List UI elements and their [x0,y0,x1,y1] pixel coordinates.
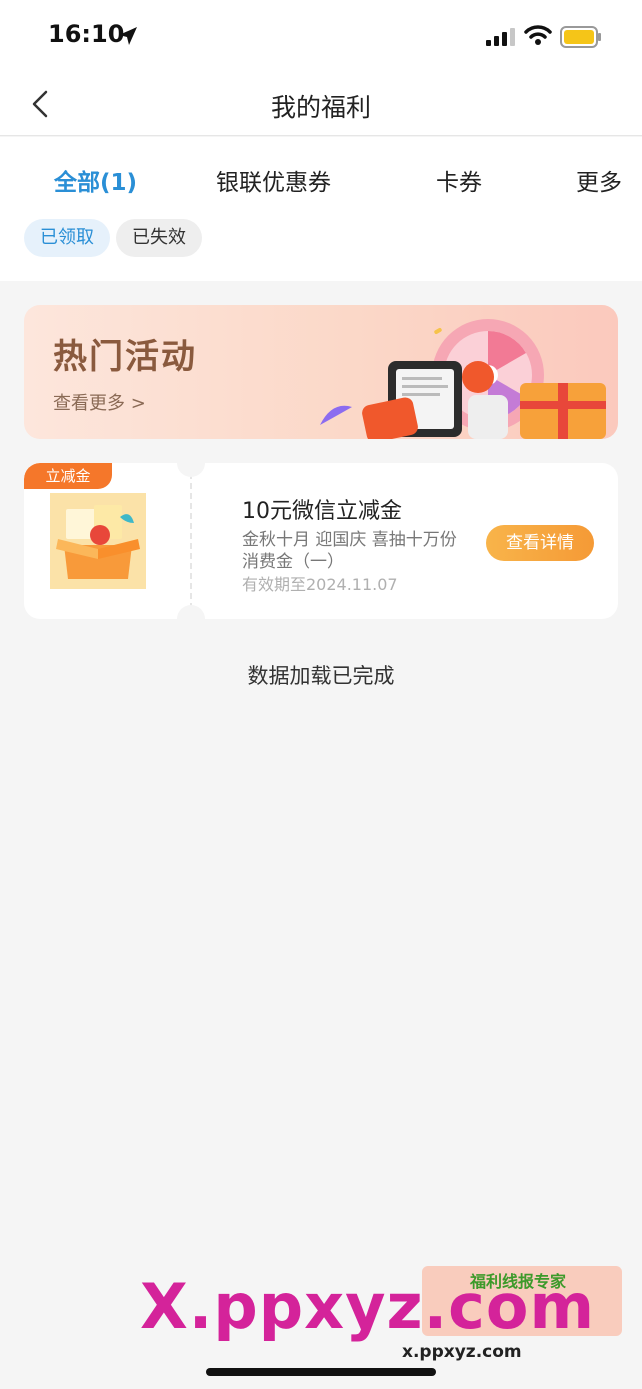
filter-received[interactable]: 已领取 [24,219,110,257]
tab-unionpay-coupons[interactable]: 银联优惠券 [216,163,331,197]
prize-illustration-icon [320,319,606,439]
coupon-notch-top [177,463,205,477]
coupon-divider [190,473,192,609]
coupon-description: 金秋十月 迎国庆 喜抽十万份消费金（一） [242,530,457,572]
status-time: 16:10 [48,20,125,48]
wifi-icon [524,25,552,45]
tab-section: 全部(1) 银联优惠券 卡券 更多 已领取 已失效 [0,137,642,281]
coupon-notch-bottom [177,605,205,619]
battery-icon [560,26,601,48]
watermark-url: x.ppxyz.com [402,1342,522,1362]
hot-activities-banner[interactable]: 热门活动 查看更多 > [24,305,618,439]
coupon-expiry: 有效期至2024.11.07 [242,575,398,594]
tab-cards[interactable]: 卡券 [436,163,482,197]
cellular-signal-icon [486,28,515,46]
coupon-type-tag: 立减金 [24,463,112,489]
view-more-link[interactable]: 查看更多 > [53,389,146,415]
home-indicator [206,1368,436,1376]
location-arrow-icon [119,27,137,45]
watermark: X.ppxyz.com 福利线报专家 x.ppxyz.com [140,1266,622,1362]
coupon-card[interactable]: 立减金 10元微信立减金 金秋十月 迎国庆 喜抽十万份消费金（一） 有效期至20… [24,463,618,619]
coupon-title: 10元微信立减金 [242,499,402,524]
view-details-button[interactable]: 查看详情 [486,525,594,561]
hot-activities-title: 热门活动 [53,337,197,377]
filter-expired[interactable]: 已失效 [116,219,202,257]
gift-box-icon [50,493,146,589]
tab-more[interactable]: 更多 [576,163,622,197]
watermark-badge-title: 福利线报专家 [470,1272,567,1291]
tab-all[interactable]: 全部(1) [54,163,137,197]
status-bar: 16:10 [0,0,642,72]
load-complete-text: 数据加载已完成 [247,664,395,688]
nav-bar: 我的福利 [0,72,642,136]
page-title: 我的福利 [270,93,371,122]
